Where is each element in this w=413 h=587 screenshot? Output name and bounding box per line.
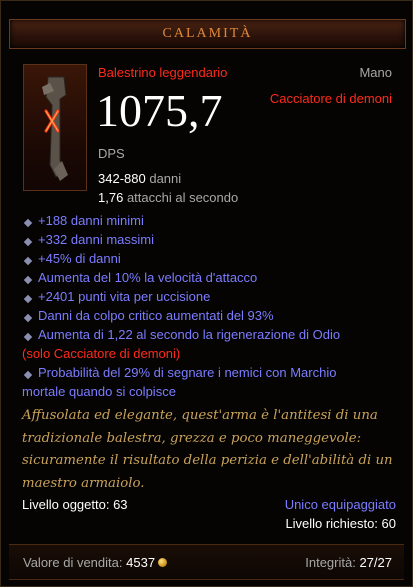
affix-item: +332 danni massimi (38, 232, 154, 247)
affix-bullet-icon (23, 313, 33, 323)
damage-label: danni (149, 171, 182, 186)
damage-range: 342-880 (98, 171, 146, 186)
affix-bullet-icon (23, 332, 33, 342)
sell-value: 4537 (126, 555, 156, 570)
item-slot: Mano (359, 65, 392, 80)
affix-marchio-line1: Probabilità del 29% di segnare i nemici … (38, 365, 337, 380)
sell-label: Valore di vendita: (23, 555, 123, 570)
sell-value-line: Valore di vendita: 4537 (23, 555, 168, 570)
affix-bullet-icon (23, 294, 33, 304)
affix-item: +45% di danni (38, 251, 121, 266)
durability-label: Integrità: (305, 555, 356, 570)
damage-line: 342-880 danni (98, 171, 181, 186)
affix-bullet-icon (23, 275, 33, 285)
dps-value: 1075,7 (96, 85, 223, 136)
affix-marchio-line2: mortale quando si colpisce (22, 384, 176, 399)
item-tooltip: CALAMITÀ Balestrino leggendario Mano 107… (0, 0, 413, 587)
unique-equipped: Unico equipaggiato (284, 497, 396, 512)
attacks-line: 1,76 attacchi al secondo (98, 190, 238, 205)
footer-bar: Valore di vendita: 4537 Integrità: 27/27 (9, 544, 404, 580)
durability-line: Integrità: 27/27 (305, 555, 392, 570)
affix-item: +188 danni minimi (38, 213, 144, 228)
class-requirement: Cacciatore di demoni (269, 91, 392, 106)
affix-item: Aumenta del 10% la velocità d'attacco (38, 270, 258, 285)
affix-item: Danni da colpo critico aumentati del 93% (38, 308, 274, 323)
item-icon-box (23, 64, 87, 191)
affix-odio-line2: (solo Cacciatore di demoni) (22, 346, 181, 361)
affix-item: +2401 punti vita per uccisione (38, 289, 211, 304)
durability-value: 27/27 (359, 555, 392, 570)
affix-bullet-icon (23, 370, 33, 380)
gold-coin-icon (158, 558, 168, 567)
attacks-label: attacchi al secondo (126, 190, 239, 205)
required-level: Livello richiesto: 60 (285, 516, 396, 531)
title-bar: CALAMITÀ (9, 19, 406, 49)
affix-bullet-icon (23, 237, 33, 247)
hand-crossbow-icon (42, 76, 68, 181)
affix-bullet-icon (23, 218, 33, 228)
item-rarity-type: Balestrino leggendario (98, 65, 228, 80)
attacks-value: 1,76 (98, 190, 124, 205)
affix-odio-line1: Aumenta di 1,22 al secondo la rigenerazi… (38, 327, 341, 342)
dps-label: DPS (98, 146, 125, 161)
item-level: Livello oggetto: 63 (22, 497, 128, 512)
flavor-text: Affusolata ed elegante, quest'arma è l'a… (22, 408, 393, 491)
affix-bullet-icon (23, 256, 33, 266)
item-name: CALAMITÀ (162, 26, 253, 41)
